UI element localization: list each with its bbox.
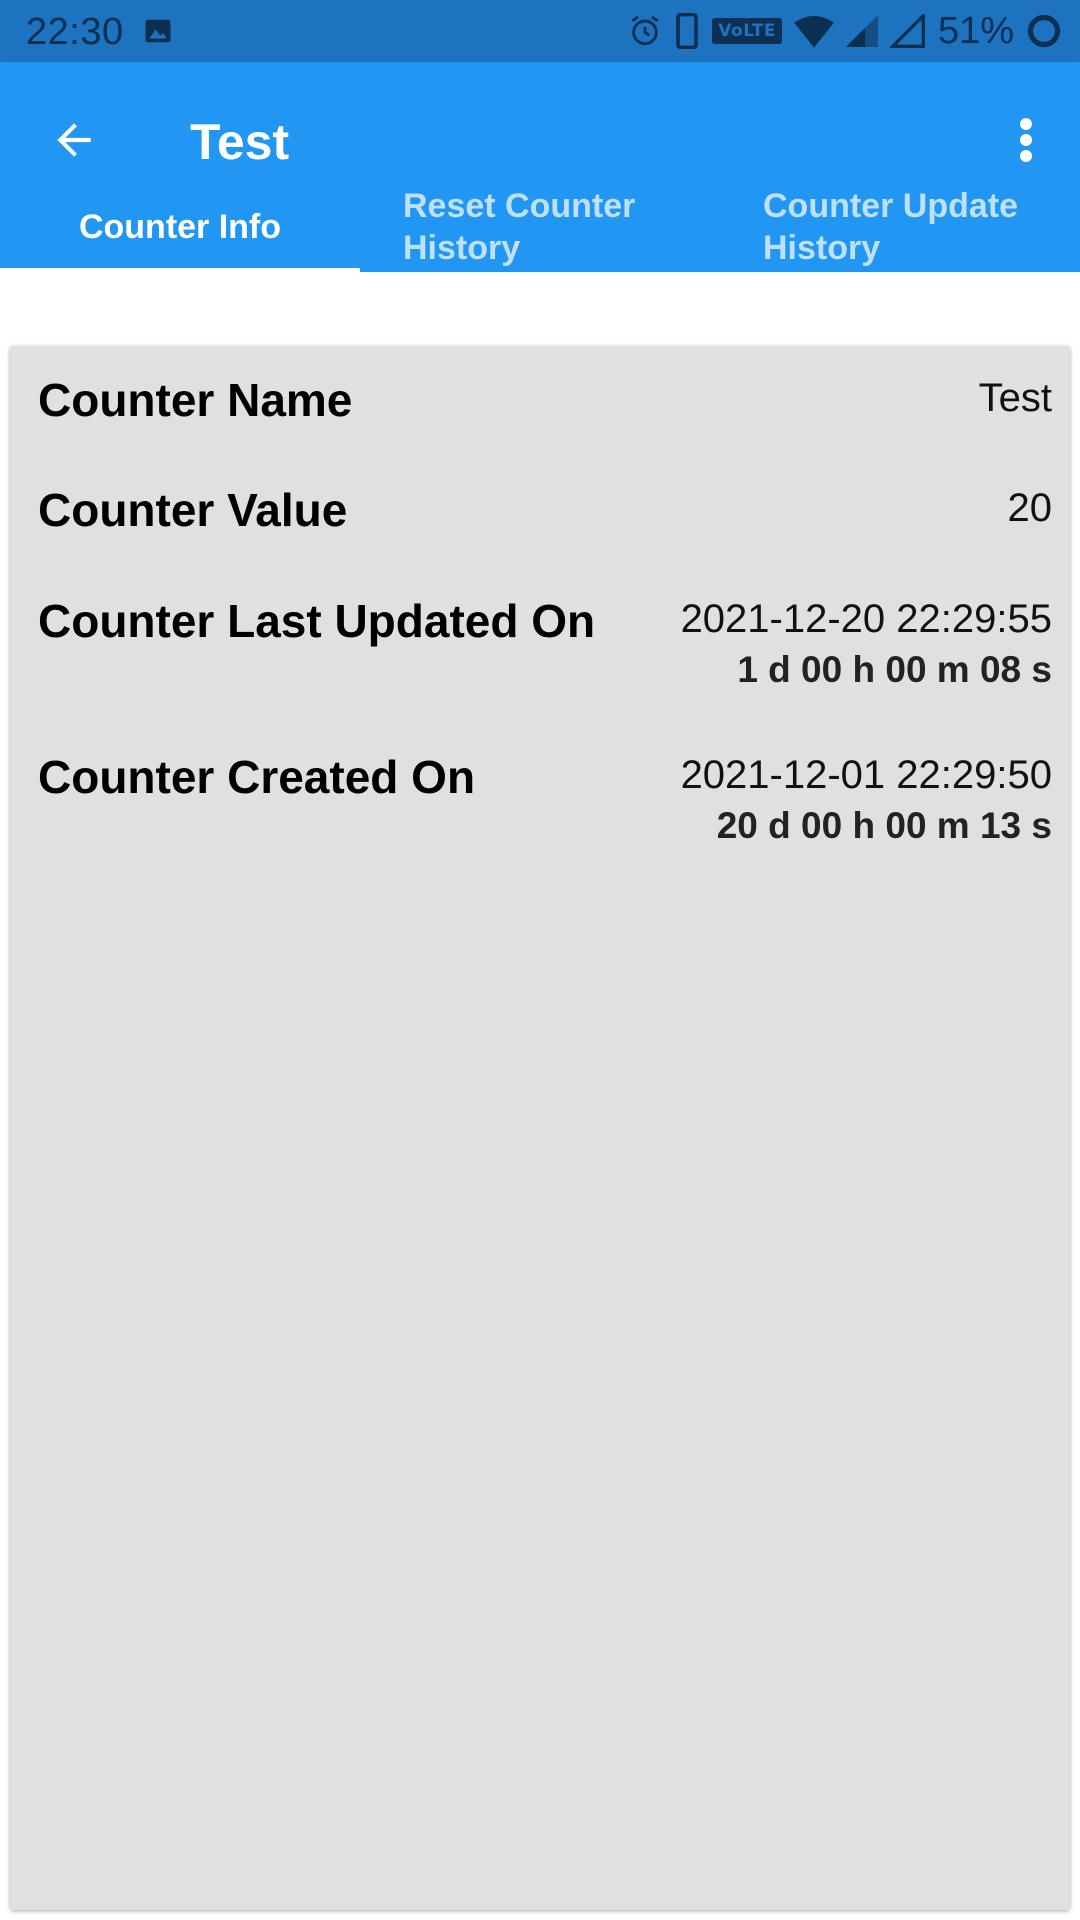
- image-notification-icon: [145, 19, 171, 43]
- status-bar: 22:30 VoLTE 51%: [0, 0, 1080, 62]
- tab-reset-counter-history[interactable]: Reset Counter History: [360, 182, 720, 272]
- signal-icon: [845, 15, 878, 47]
- counter-created-elapsed: 20 d 00 h 00 m 13 s: [716, 805, 1052, 846]
- counter-last-updated-value: 2021-12-20 22:29:55: [680, 597, 1052, 641]
- counter-last-updated-elapsed: 1 d 00 h 00 m 08 s: [737, 649, 1052, 690]
- counter-name-label: Counter Name: [38, 374, 353, 426]
- tab-label: Counter Update History: [763, 187, 1018, 267]
- tab-counter-info[interactable]: Counter Info: [0, 182, 360, 272]
- overflow-menu-button[interactable]: [994, 108, 1058, 172]
- page-title: Test: [190, 114, 290, 170]
- arrow-back-icon: [57, 123, 91, 157]
- battery-percent: 51%: [937, 10, 1014, 52]
- tab-label: Reset Counter History: [403, 187, 636, 267]
- signal-empty-icon: [889, 14, 925, 48]
- status-icons: VoLTE 51%: [628, 8, 1062, 54]
- battery-ring-icon: [1027, 14, 1061, 48]
- tab-bar: Counter Info Reset Counter History Count…: [0, 182, 1080, 272]
- counter-last-updated-label: Counter Last Updated On: [38, 595, 596, 647]
- content-area: Counter Name Test Counter Value 20 Count…: [0, 272, 1080, 1920]
- phone-vibrate-icon: [676, 13, 699, 49]
- counter-created-value: 2021-12-01 22:29:50: [680, 753, 1052, 797]
- counter-info-card: Counter Name Test Counter Value 20 Count…: [10, 346, 1070, 1910]
- counter-value-label: Counter Value: [38, 484, 348, 536]
- tab-counter-update-history[interactable]: Counter Update History: [720, 182, 1080, 272]
- counter-name-value: Test: [978, 376, 1052, 420]
- alarm-icon: [631, 15, 659, 46]
- back-button[interactable]: [42, 108, 106, 172]
- counter-created-label: Counter Created On: [38, 751, 476, 803]
- status-time: 22:30: [26, 11, 124, 53]
- volte-badge: VoLTE: [712, 18, 782, 44]
- app-bar: Test Counter Info Reset Counter History …: [0, 62, 1080, 272]
- counter-value-value: 20: [1007, 486, 1053, 530]
- more-vertical-icon: [1020, 118, 1032, 162]
- wifi-icon: [793, 16, 834, 48]
